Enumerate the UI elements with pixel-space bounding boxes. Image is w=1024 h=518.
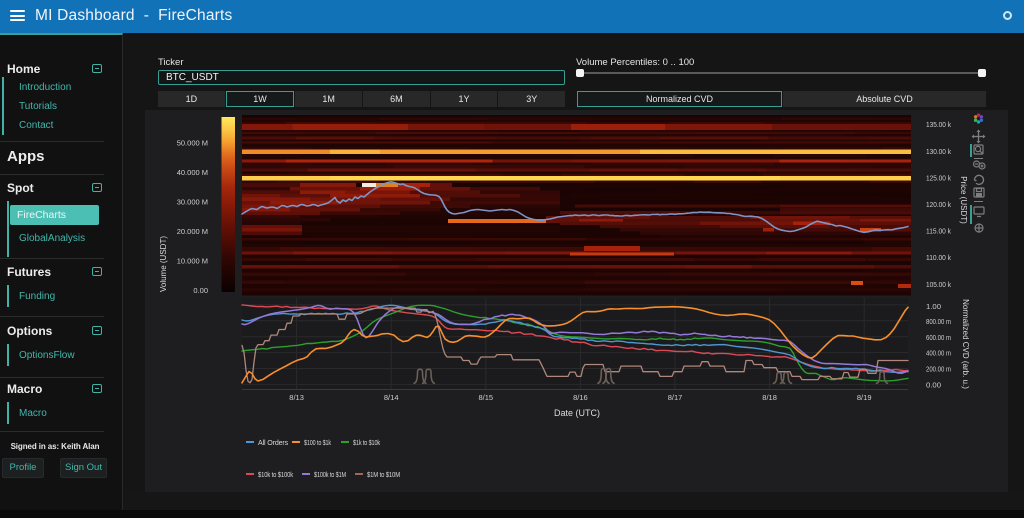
- svg-text:8/17: 8/17: [668, 393, 683, 402]
- svg-text:20.000 M: 20.000 M: [177, 227, 208, 236]
- svg-text:8/19: 8/19: [857, 393, 872, 402]
- svg-text:40.000 M: 40.000 M: [177, 168, 208, 177]
- svg-text:0.00: 0.00: [193, 286, 208, 295]
- svg-text:$1k to $10k: $1k to $10k: [353, 438, 380, 447]
- svg-text:200.00 m: 200.00 m: [926, 364, 951, 373]
- svg-text:Volume (USDT): Volume (USDT): [159, 236, 168, 292]
- svg-text:50.000 M: 50.000 M: [177, 138, 208, 147]
- svg-text:Date (UTC): Date (UTC): [554, 408, 600, 418]
- svg-text:Normalized CVD (arb. u.): Normalized CVD (arb. u.): [961, 299, 970, 389]
- svg-text:10.000 M: 10.000 M: [177, 256, 208, 265]
- svg-text:1.00: 1.00: [926, 302, 941, 311]
- svg-text:8/15: 8/15: [478, 393, 493, 402]
- svg-text:$1M to $10M: $1M to $10M: [367, 470, 400, 479]
- svg-text:800.00 m: 800.00 m: [926, 317, 951, 326]
- svg-text:$10k to $100k: $10k to $100k: [258, 470, 293, 479]
- svg-text:125.00 k: 125.00 k: [926, 173, 951, 182]
- svg-text:8/14: 8/14: [384, 393, 399, 402]
- svg-text:600.00 m: 600.00 m: [926, 333, 951, 342]
- svg-text:135.00 k: 135.00 k: [926, 120, 951, 129]
- svg-text:0.00: 0.00: [926, 380, 941, 389]
- svg-text:All Orders: All Orders: [258, 438, 289, 447]
- svg-text:115.00 k: 115.00 k: [926, 227, 951, 236]
- svg-text:$100 to $1k: $100 to $1k: [304, 438, 331, 447]
- svg-text:400.00 m: 400.00 m: [926, 349, 951, 358]
- svg-text:120.00 k: 120.00 k: [926, 200, 951, 209]
- svg-text:30.000 M: 30.000 M: [177, 197, 208, 206]
- svg-text:105.00 k: 105.00 k: [926, 280, 951, 289]
- svg-text:8/13: 8/13: [289, 393, 304, 402]
- svg-text:8/16: 8/16: [573, 393, 588, 402]
- svg-text:$100k to $1M: $100k to $1M: [314, 470, 346, 479]
- svg-text:130.00 k: 130.00 k: [926, 147, 951, 156]
- svg-text:Price (USDT): Price (USDT): [959, 176, 968, 224]
- svg-text:8/18: 8/18: [762, 393, 777, 402]
- svg-text:110.00 k: 110.00 k: [926, 253, 951, 262]
